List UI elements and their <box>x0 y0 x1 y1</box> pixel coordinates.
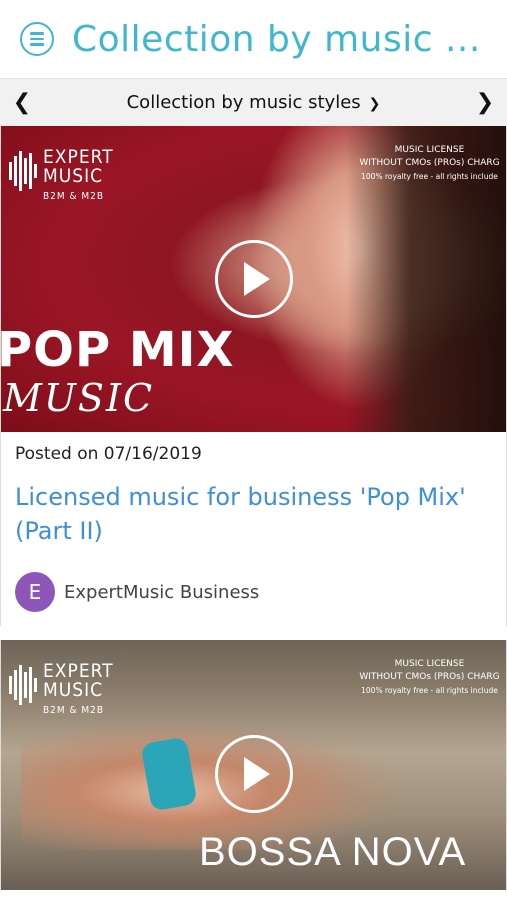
page-title: Collection by music ... <box>72 18 481 60</box>
logo-line3: B2M & M2B <box>43 705 105 716</box>
author-name: ExpertMusic Business <box>64 581 260 603</box>
play-icon[interactable] <box>214 240 293 318</box>
license-line2: WITHOUT CMOs (PROs) CHARG <box>359 672 500 682</box>
card-separator <box>0 626 507 640</box>
post-thumbnail[interactable]: EXPERT MUSIC B2M & M2B MUSIC LICENSE WIT… <box>1 640 506 890</box>
app-header: Collection by music ... <box>0 0 507 78</box>
post-title-link[interactable]: Licensed music for business 'Pop Mix' (P… <box>15 480 492 548</box>
post-date: Posted on 07/16/2019 <box>15 444 202 464</box>
license-line2: WITHOUT CMOs (PROs) CHARG <box>359 158 500 168</box>
play-icon[interactable] <box>214 735 293 813</box>
logo-text: EXPERT MUSIC B2M & M2B <box>43 148 114 202</box>
category-nav: ❮ Collection by music styles ❯ ❯ <box>0 78 507 126</box>
post-card[interactable]: EXPERT MUSIC B2M & M2B MUSIC LICENSE WIT… <box>0 640 507 890</box>
expert-music-logo: EXPERT MUSIC B2M & M2B <box>9 662 114 716</box>
post-author[interactable]: E ExpertMusic Business <box>15 572 492 612</box>
license-line3: 100% royalty free - all rights include <box>361 172 498 181</box>
logo-bars-icon <box>9 148 37 194</box>
chevron-right-icon[interactable]: ❯ <box>475 90 495 115</box>
logo-line2: MUSIC <box>43 679 104 701</box>
menu-icon[interactable] <box>20 22 54 56</box>
genre-subtitle: MUSIC <box>3 376 155 420</box>
logo-text: EXPERT MUSIC B2M & M2B <box>43 662 114 716</box>
license-line1: MUSIC LICENSE <box>394 659 465 669</box>
expert-music-logo: EXPERT MUSIC B2M & M2B <box>9 148 114 202</box>
license-text: MUSIC LICENSE WITHOUT CMOs (PROs) CHARG … <box>357 144 502 183</box>
logo-bars-icon <box>9 662 37 708</box>
category-label: Collection by music styles <box>126 92 361 113</box>
category-dropdown[interactable]: Collection by music styles ❯ <box>127 92 381 113</box>
chevron-down-icon: ❯ <box>368 95 381 112</box>
genre-title: BOSSA NOVA <box>199 830 467 874</box>
license-text: MUSIC LICENSE WITHOUT CMOs (PROs) CHARG … <box>357 658 502 697</box>
license-line3: 100% royalty free - all rights include <box>361 686 498 695</box>
post-card[interactable]: EXPERT MUSIC B2M & M2B MUSIC LICENSE WIT… <box>0 126 507 626</box>
logo-line3: B2M & M2B <box>43 191 105 202</box>
post-thumbnail[interactable]: EXPERT MUSIC B2M & M2B MUSIC LICENSE WIT… <box>1 126 506 432</box>
logo-line2: MUSIC <box>43 165 104 187</box>
post-body: Posted on 07/16/2019 Licensed music for … <box>1 432 506 626</box>
license-line1: MUSIC LICENSE <box>394 145 465 155</box>
genre-title: POP MIX <box>1 322 235 378</box>
chevron-left-icon[interactable]: ❮ <box>12 90 32 115</box>
avatar: E <box>15 572 55 612</box>
